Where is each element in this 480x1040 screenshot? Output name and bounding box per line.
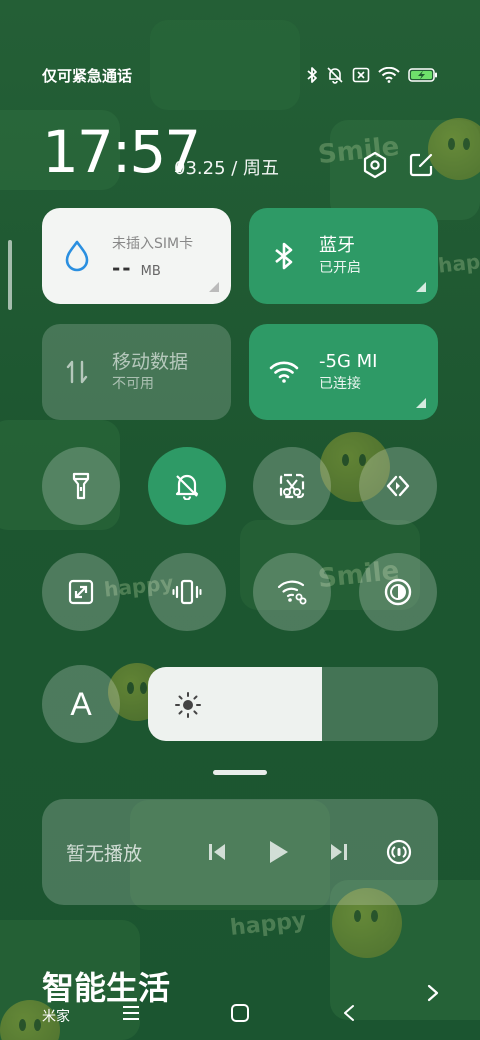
- cast-toggle[interactable]: [359, 447, 437, 525]
- cast-icon: [386, 475, 410, 497]
- play-icon: [270, 841, 288, 863]
- bluetooth-icon: [307, 67, 317, 83]
- wifi-link-icon: [277, 580, 307, 605]
- wifi-network-name: -5G MI: [319, 351, 378, 372]
- corner-indicator: [209, 282, 219, 292]
- sun-icon: [175, 692, 201, 718]
- wifi-icon: [378, 67, 400, 83]
- flashlight-icon: [72, 472, 90, 500]
- drag-handle[interactable]: [213, 770, 267, 775]
- home-button[interactable]: [225, 998, 255, 1028]
- bluetooth-label: 蓝牙: [319, 235, 355, 256]
- previous-icon: [209, 844, 225, 860]
- screenshot-toggle[interactable]: [253, 447, 331, 525]
- contrast-icon: [384, 578, 412, 606]
- smart-life-subtitle: 米家: [42, 1009, 70, 1025]
- status-bar: 仅可紧急通话: [42, 60, 438, 90]
- vibrate-toggle[interactable]: [148, 553, 226, 631]
- chevron-right-icon: [427, 984, 439, 1002]
- dark-mode-toggle[interactable]: [359, 553, 437, 631]
- no-sim-icon: [352, 67, 370, 83]
- bluetooth-status: 已开启: [319, 260, 361, 276]
- brightness-slider[interactable]: [148, 667, 438, 741]
- status-icons: [306, 66, 438, 84]
- back-chevron-icon: [344, 1005, 354, 1021]
- data-usage-unit: MB: [140, 264, 161, 279]
- time-row: 17:57 03.25 / 周五: [42, 118, 438, 188]
- data-usage-value: --: [112, 256, 133, 280]
- wifi-icon: [269, 361, 299, 383]
- edit-button[interactable]: [406, 150, 436, 180]
- date: 03.25 / 周五: [174, 158, 280, 179]
- wifi-tile[interactable]: -5G MI 已连接: [249, 324, 438, 420]
- scissors-icon: [279, 473, 305, 499]
- bluetooth-tile[interactable]: 蓝牙 已开启: [249, 208, 438, 304]
- font-size-button[interactable]: A: [42, 665, 120, 743]
- mute-icon: [327, 67, 343, 84]
- mute-toggle[interactable]: [148, 447, 226, 525]
- corner-indicator: [416, 282, 426, 292]
- audio-output-icon: [386, 839, 412, 865]
- carrier-text: 仅可紧急通话: [42, 66, 133, 85]
- media-player-card[interactable]: 暂无播放: [42, 799, 438, 905]
- expand-icon: [68, 579, 94, 605]
- corner-indicator: [416, 398, 426, 408]
- bell-off-icon: [175, 474, 199, 500]
- droplet-icon: [65, 240, 89, 272]
- menu-icon: [123, 1006, 139, 1020]
- flashlight-toggle[interactable]: [42, 447, 120, 525]
- sim-status: 未插入SIM卡: [112, 236, 194, 252]
- next-icon: [331, 844, 347, 860]
- previous-button[interactable]: [202, 837, 232, 867]
- settings-button[interactable]: [360, 150, 390, 180]
- settings-hex-icon: [363, 151, 387, 179]
- audio-output-button[interactable]: [384, 837, 414, 867]
- smart-life-more-button[interactable]: [420, 978, 446, 1008]
- mobile-data-status: 不可用: [112, 376, 154, 392]
- bluetooth-icon: [275, 242, 293, 270]
- back-button[interactable]: [334, 998, 364, 1028]
- home-square-icon: [231, 1004, 249, 1022]
- data-arrows-icon: [66, 360, 88, 384]
- battery-charging-icon: [408, 68, 437, 82]
- vibrate-icon: [172, 579, 202, 605]
- expand-toggle[interactable]: [42, 553, 120, 631]
- recents-button[interactable]: [116, 998, 146, 1028]
- wifi-status: 已连接: [319, 376, 361, 392]
- media-status: 暂无播放: [66, 843, 143, 865]
- mobile-data-tile[interactable]: 移动数据 不可用: [42, 324, 231, 420]
- play-button[interactable]: [263, 837, 293, 867]
- hotspot-toggle[interactable]: [253, 553, 331, 631]
- side-handle[interactable]: [8, 240, 12, 310]
- mobile-data-label: 移动数据: [112, 351, 189, 373]
- next-button[interactable]: [324, 837, 354, 867]
- sim-usage-tile[interactable]: 未插入SIM卡 -- MB: [42, 208, 231, 304]
- smart-life-title: 智能生活: [42, 969, 171, 1007]
- edit-icon: [409, 153, 433, 177]
